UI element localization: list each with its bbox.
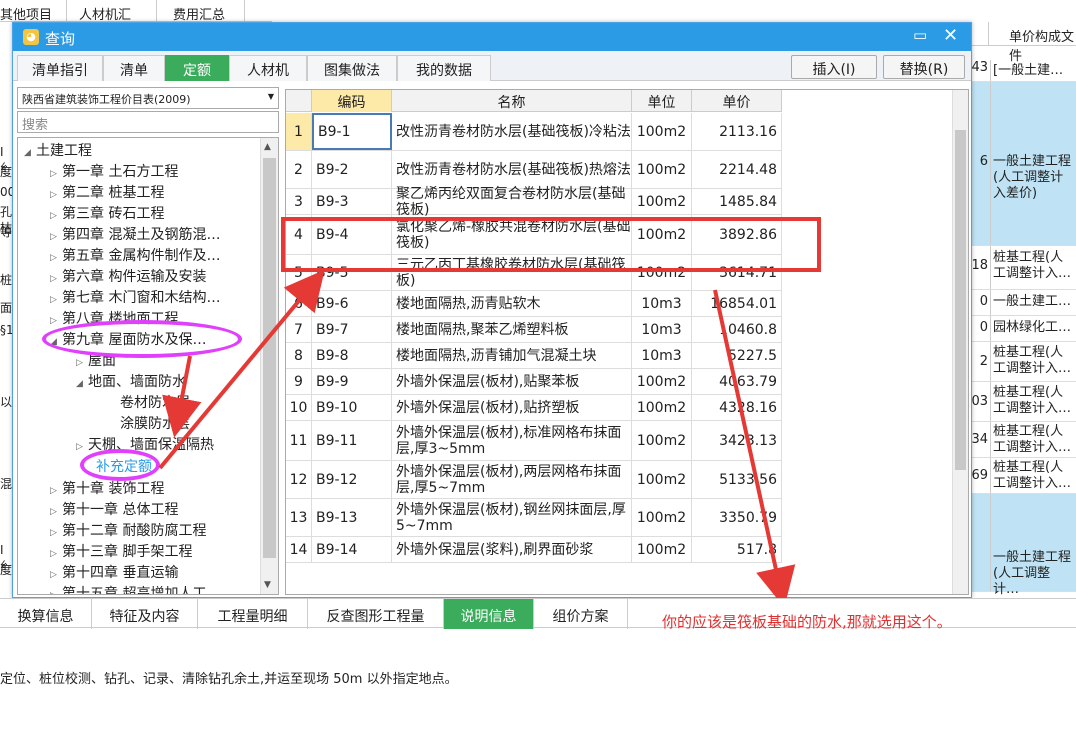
annotation-note: 你的应该是筏板基础的防水,那就选用这个。 (662, 613, 952, 631)
tab-conversion[interactable]: 换算信息 (0, 599, 92, 629)
description-text: 定位、桩位校测、钻孔、记录、清除钻孔余土,并运至现场 50m 以外指定地点。 (0, 672, 458, 687)
tab-features[interactable]: 特征及内容 (92, 599, 198, 629)
tab-pricing[interactable]: 组价方案 (534, 599, 628, 629)
arrow-down (162, 355, 202, 438)
tab-reverse-lookup[interactable]: 反查图形工程量 (308, 599, 444, 629)
arrow-to-note (713, 289, 796, 608)
tab-quantities[interactable]: 工程量明细 (198, 599, 308, 629)
tab-description[interactable]: 说明信息 (444, 599, 534, 629)
arrow-to-row (158, 269, 325, 470)
